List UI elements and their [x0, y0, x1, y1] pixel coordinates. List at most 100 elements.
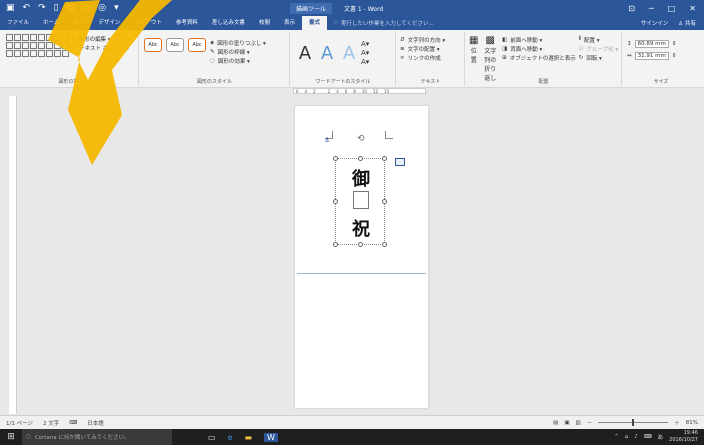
read-mode-icon[interactable]: ▤: [553, 420, 558, 426]
shape-effects-button[interactable]: ◌ 図形の効果 ▾: [210, 56, 266, 65]
resize-handle[interactable]: [333, 156, 338, 161]
text-outline-icon[interactable]: A▾: [361, 49, 369, 58]
align-text-button[interactable]: ≡ 文字の配置 ▾: [400, 44, 461, 53]
redo-icon[interactable]: ↷: [38, 3, 46, 13]
network-icon[interactable]: ⌂: [625, 434, 629, 440]
resize-handle[interactable]: [382, 156, 387, 161]
new-doc-icon[interactable]: ▯: [54, 3, 59, 13]
group-button[interactable]: ⊡ グループ化 ▾: [579, 44, 618, 53]
tell-me-box[interactable]: ♡ 実行したい作業を入力してください...: [333, 19, 434, 27]
open-icon[interactable]: ▤: [67, 3, 76, 13]
document-page[interactable]: ⚓ ⟲ 御 祝: [295, 106, 428, 408]
resize-handle[interactable]: [333, 242, 338, 247]
bring-forward-icon: ◧: [502, 36, 508, 43]
tab-home[interactable]: ホーム: [36, 16, 66, 30]
style-preset-1[interactable]: Abc: [144, 38, 162, 52]
width-input[interactable]: 31.91 mm: [634, 52, 669, 60]
tab-file[interactable]: ファイル: [0, 16, 36, 30]
anchor-icon[interactable]: ⚓: [324, 136, 330, 144]
style-preset-2[interactable]: Abc: [166, 38, 184, 52]
align-button[interactable]: ⫴ 配置 ▾: [579, 35, 618, 44]
wrap-text-button[interactable]: ▩ 文字列の折り返し: [481, 35, 499, 82]
resize-handle[interactable]: [358, 242, 363, 247]
crop-mark-tr: [385, 131, 393, 139]
ribbon: ✎ 図形の編集 ▾ ▭ テキスト ボックス ▾ 図形の挿入 Abc Abc Abc …: [0, 30, 704, 88]
word-count[interactable]: 2 文字: [43, 419, 59, 427]
tab-layout[interactable]: レイアウト: [127, 16, 169, 30]
position-button[interactable]: ▦ 位置: [469, 35, 478, 82]
clock[interactable]: 19:46 2016/10/27: [669, 430, 698, 444]
minimize-button[interactable]: ─: [649, 4, 654, 13]
tray-chevron-icon[interactable]: ⌃: [614, 434, 619, 440]
rotate-handle-icon[interactable]: ⟲: [357, 134, 365, 144]
preview-icon[interactable]: ◎: [98, 3, 106, 13]
ribbon-tabs: ファイル ホーム 挿入 デザイン レイアウト 参考資料 差し込み文書 校閲 表示…: [0, 16, 704, 30]
share-button[interactable]: ♙ 共有: [678, 19, 696, 27]
text-effects-icon[interactable]: A▾: [361, 58, 369, 67]
tab-insert[interactable]: 挿入: [66, 16, 91, 30]
web-layout-icon[interactable]: ▥: [576, 420, 581, 426]
height-input[interactable]: 60.89 mm: [634, 40, 669, 48]
volume-icon[interactable]: ♪: [634, 434, 638, 440]
tab-design[interactable]: デザイン: [91, 16, 127, 30]
proofing-icon[interactable]: ⌨: [69, 420, 77, 426]
taskbar: ⊞ ○ Cortana に何か聞いてみてください。 ▭ e ▬ W ⌃ ⌂ ♪ …: [0, 429, 704, 445]
selection-pane-button[interactable]: ⊞ オブジェクトの選択と表示: [502, 53, 576, 62]
print-icon[interactable]: ⎙: [83, 3, 90, 13]
tab-mailings[interactable]: 差し込み文書: [205, 16, 252, 30]
rotate-button[interactable]: ↻ 回転 ▾: [579, 53, 618, 62]
create-link-button[interactable]: ∞ リンクの作成: [400, 53, 461, 62]
wordart-style-light[interactable]: A: [339, 43, 359, 64]
wordart-style-black[interactable]: A: [295, 43, 315, 64]
sign-in-link[interactable]: サインイン: [641, 19, 669, 27]
zoom-slider[interactable]: [598, 419, 669, 426]
page-count[interactable]: 1/1 ページ: [6, 419, 33, 427]
undo-icon[interactable]: ↶: [23, 3, 31, 13]
close-button[interactable]: ✕: [689, 4, 696, 13]
shape-outline-button[interactable]: ✎ 図形の枠線 ▾: [210, 47, 266, 56]
customize-qat-icon[interactable]: ▾: [114, 3, 119, 13]
save-icon[interactable]: ▣: [6, 3, 15, 13]
task-view-icon[interactable]: ▭: [208, 433, 216, 442]
wordart-style-blue[interactable]: A: [317, 43, 337, 64]
maximize-button[interactable]: □: [668, 4, 676, 13]
shapes-gallery[interactable]: [4, 32, 71, 59]
tab-review[interactable]: 校閲: [252, 16, 277, 30]
cortana-search-box[interactable]: ○ Cortana に何か聞いてみてください。: [22, 429, 172, 445]
tab-references[interactable]: 参考資料: [169, 16, 205, 30]
text-direction-button[interactable]: ⇵ 文字列の方向 ▾: [400, 35, 461, 44]
tab-view[interactable]: 表示: [277, 16, 302, 30]
edit-shape-button[interactable]: ✎ 図形の編集 ▾: [71, 34, 129, 43]
language-indicator[interactable]: 日本語: [87, 419, 104, 427]
resize-handle[interactable]: [382, 242, 387, 247]
inner-box[interactable]: [353, 191, 369, 209]
tab-format[interactable]: 書式: [301, 16, 327, 30]
zoom-out-icon[interactable]: －: [587, 419, 593, 427]
layout-options-button[interactable]: [395, 158, 405, 166]
textbox-button[interactable]: ▭ テキスト ボックス ▾: [71, 43, 129, 52]
vertical-ruler[interactable]: [9, 96, 17, 414]
ribbon-display-icon[interactable]: ⊡: [628, 4, 635, 13]
align-icon: ⫴: [578, 36, 582, 42]
zoom-level[interactable]: 81%: [686, 420, 698, 426]
style-preset-3[interactable]: Abc: [188, 38, 206, 52]
print-layout-icon[interactable]: ▣: [564, 420, 569, 426]
group-label-shape-styles: 図形のスタイル: [196, 79, 232, 85]
windows-start-icon[interactable]: ⊞: [0, 432, 22, 442]
resize-handle[interactable]: [333, 199, 338, 204]
vertical-text-box[interactable]: 御 祝: [333, 156, 387, 247]
edge-icon[interactable]: e: [228, 433, 233, 442]
keyboard-icon[interactable]: ⌨: [644, 434, 652, 440]
resize-handle[interactable]: [358, 156, 363, 161]
resize-handle[interactable]: [382, 199, 387, 204]
ime-indicator[interactable]: あ: [658, 433, 664, 441]
zoom-in-icon[interactable]: ＋: [674, 419, 680, 427]
text-fill-icon[interactable]: A▾: [361, 40, 369, 49]
group-text: ⇵ 文字列の方向 ▾ ≡ 文字の配置 ▾ ∞ リンクの作成 テキスト: [397, 32, 465, 86]
bring-forward-button[interactable]: ◧ 前面へ移動 ▾: [502, 35, 576, 44]
send-backward-button[interactable]: ◨ 背面へ移動 ▾: [502, 44, 576, 53]
file-explorer-icon[interactable]: ▬: [244, 433, 252, 442]
horizontal-ruler[interactable]: 6 4 2 2 4 6 8 10 12 14: [293, 88, 426, 94]
shape-fill-button[interactable]: ◈ 図形の塗りつぶし ▾: [210, 38, 266, 47]
word-taskbar-icon[interactable]: W: [264, 432, 278, 442]
